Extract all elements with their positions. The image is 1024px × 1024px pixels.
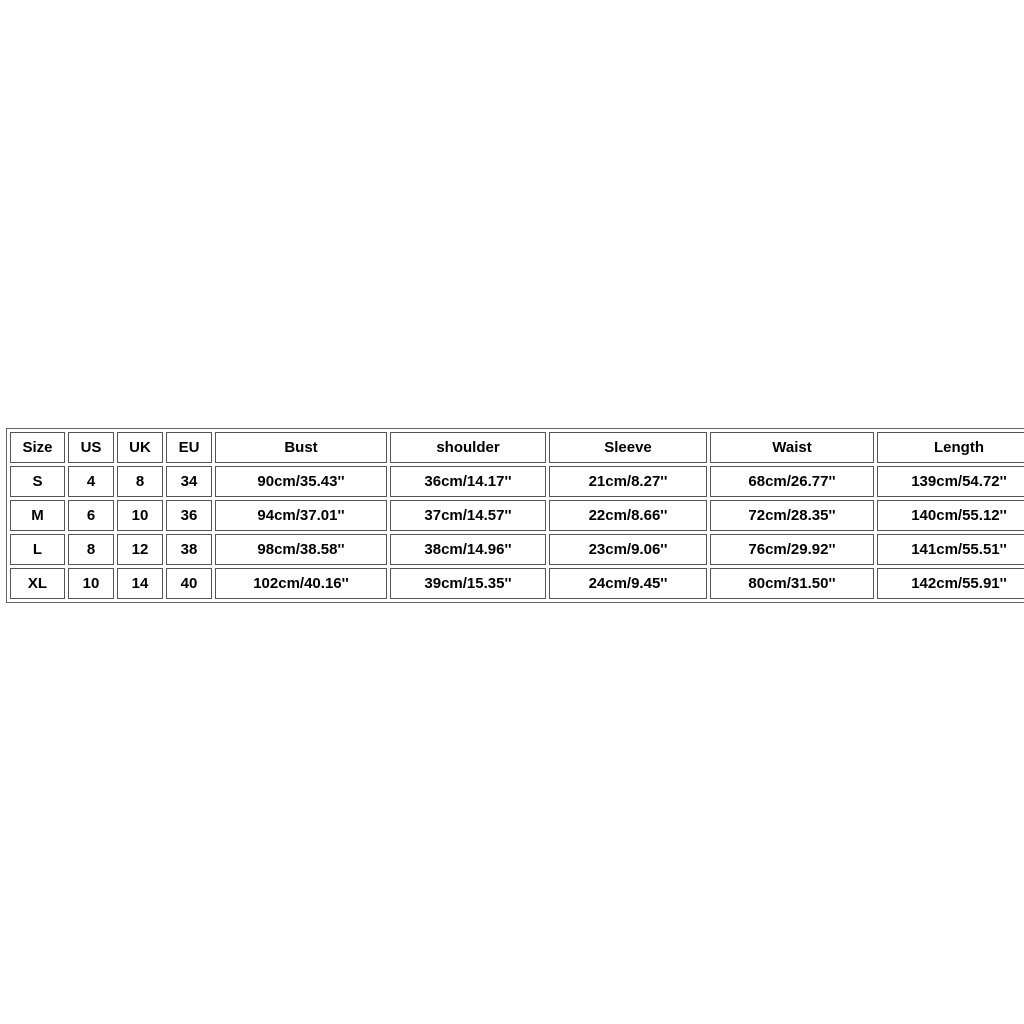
header-row: Size US UK EU Bust shoulder Sleeve Waist… [10,432,1024,463]
cell-us: 10 [68,568,114,599]
cell-sleeve: 21cm/8.27'' [549,466,707,497]
table-row: L 8 12 38 98cm/38.58'' 38cm/14.96'' 23cm… [10,534,1024,565]
cell-shoulder: 38cm/14.96'' [390,534,546,565]
cell-shoulder: 39cm/15.35'' [390,568,546,599]
cell-bust: 98cm/38.58'' [215,534,387,565]
cell-length: 140cm/55.12'' [877,500,1024,531]
cell-size: L [10,534,65,565]
cell-uk: 10 [117,500,163,531]
col-header-length: Length [877,432,1024,463]
cell-length: 139cm/54.72'' [877,466,1024,497]
cell-sleeve: 24cm/9.45'' [549,568,707,599]
cell-length: 141cm/55.51'' [877,534,1024,565]
cell-us: 6 [68,500,114,531]
cell-bust: 90cm/35.43'' [215,466,387,497]
cell-uk: 12 [117,534,163,565]
col-header-eu: EU [166,432,212,463]
cell-length: 142cm/55.91'' [877,568,1024,599]
size-chart-table: Size US UK EU Bust shoulder Sleeve Waist… [6,428,1024,603]
col-header-waist: Waist [710,432,874,463]
cell-waist: 72cm/28.35'' [710,500,874,531]
cell-eu: 40 [166,568,212,599]
table-row: XL 10 14 40 102cm/40.16'' 39cm/15.35'' 2… [10,568,1024,599]
col-header-bust: Bust [215,432,387,463]
cell-uk: 8 [117,466,163,497]
cell-bust: 94cm/37.01'' [215,500,387,531]
col-header-sleeve: Sleeve [549,432,707,463]
cell-bust: 102cm/40.16'' [215,568,387,599]
cell-waist: 68cm/26.77'' [710,466,874,497]
cell-us: 4 [68,466,114,497]
cell-eu: 36 [166,500,212,531]
table-row: M 6 10 36 94cm/37.01'' 37cm/14.57'' 22cm… [10,500,1024,531]
col-header-us: US [68,432,114,463]
cell-eu: 38 [166,534,212,565]
cell-shoulder: 36cm/14.17'' [390,466,546,497]
cell-size: S [10,466,65,497]
cell-uk: 14 [117,568,163,599]
cell-us: 8 [68,534,114,565]
cell-eu: 34 [166,466,212,497]
table-row: S 4 8 34 90cm/35.43'' 36cm/14.17'' 21cm/… [10,466,1024,497]
col-header-uk: UK [117,432,163,463]
cell-shoulder: 37cm/14.57'' [390,500,546,531]
cell-waist: 80cm/31.50'' [710,568,874,599]
cell-size: M [10,500,65,531]
cell-waist: 76cm/29.92'' [710,534,874,565]
cell-sleeve: 22cm/8.66'' [549,500,707,531]
col-header-shoulder: shoulder [390,432,546,463]
col-header-size: Size [10,432,65,463]
cell-size: XL [10,568,65,599]
cell-sleeve: 23cm/9.06'' [549,534,707,565]
